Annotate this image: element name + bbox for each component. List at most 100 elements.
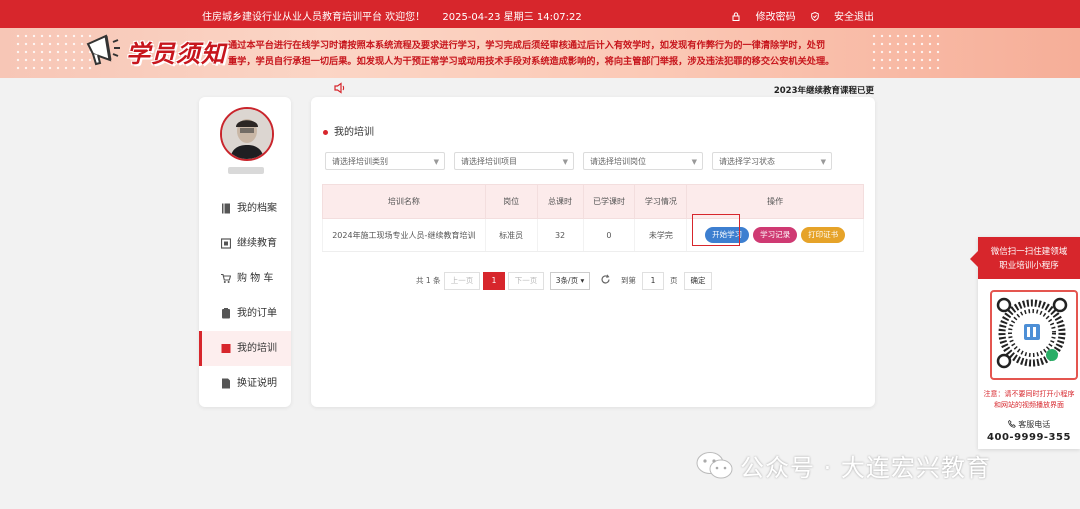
training-category-select[interactable]: 请选择培训类别 ▼ <box>325 152 445 170</box>
qr-code-icon <box>996 297 1068 369</box>
top-bar: 住房城乡建设行业从业人员教育培训平台 欢迎您！ 2025-04-23 星期三 1… <box>0 0 1080 28</box>
banner-dots-decoration <box>14 32 94 72</box>
top-links: 修改密码 安全退出 <box>720 8 874 23</box>
sidebar-item-label: 我的订单 <box>237 308 277 319</box>
service-phone-number: 400-9999-355 <box>987 432 1071 443</box>
select-placeholder: 请选择培训类别 <box>332 157 388 166</box>
wechat-watermark: 公众号 · 大连宏兴教育 <box>696 448 991 482</box>
notice-body: 通过本平台进行在线学习时请按照本系统流程及要求进行学习，学习完成后须经审核通过后… <box>228 38 868 70</box>
training-name-cell: 2024年施工现场专业人员-继续教育培训 <box>322 218 486 252</box>
page-1-button[interactable]: 1 <box>483 272 505 290</box>
sidebar-item-label: 换证说明 <box>237 378 277 389</box>
mini-program-qr-code <box>990 290 1078 380</box>
select-placeholder: 请选择学习状态 <box>719 157 775 166</box>
column-header: 已学课时 <box>582 184 636 219</box>
refresh-icon[interactable] <box>600 274 611 285</box>
megaphone-icon <box>86 34 120 66</box>
service-label-text: 客服电话 <box>1018 420 1051 429</box>
customer-service-label: 客服电话 <box>978 419 1080 430</box>
current-datetime: 2025-04-23 星期三 14:07:22 <box>442 12 582 23</box>
sidebar-item-orders[interactable]: 我的订单 <box>199 296 291 331</box>
select-placeholder: 请选择培训岗位 <box>590 157 646 166</box>
announcement-marquee: 2023年继续教育课程已更 <box>773 86 874 96</box>
page-size-select[interactable]: 3条/页 ▾ <box>550 272 590 290</box>
shield-icon <box>811 11 819 22</box>
learned-hours-cell: 0 <box>582 218 636 252</box>
logout-link[interactable]: 安全退出 <box>811 11 874 23</box>
cart-icon <box>221 273 231 283</box>
sidebar-item-certificate-guide[interactable]: 换证说明 <box>199 366 291 401</box>
qr-header-line: 微信扫一扫住建领域 <box>990 247 1068 257</box>
training-table: 培训名称 岗位 总课时 已学课时 学习情况 操作 2024年施工现场专业人员-继… <box>322 184 864 252</box>
main-panel: 我的培训 请选择培训类别 ▼ 请选择培训项目 ▼ 请选择培训岗位 ▼ 请选择学习状态 ▼… <box>311 97 875 407</box>
banner-dots-decoration <box>870 32 940 72</box>
study-record-button[interactable]: 学习记录 <box>753 227 798 243</box>
change-password-label: 修改密码 <box>755 12 796 23</box>
study-status-cell: 未学完 <box>634 218 688 252</box>
chevron-down-icon: ▼ <box>691 158 697 166</box>
notice-banner: 学员须知 通过本平台进行在线学习时请按照本系统流程及要求进行学习，学习完成后须经… <box>0 28 1080 78</box>
title-dot <box>323 129 328 135</box>
prev-page-button[interactable]: 上一页 <box>444 272 480 290</box>
avatar <box>220 107 274 161</box>
order-icon <box>222 308 230 319</box>
section-title-text: 我的培训 <box>334 127 374 138</box>
wechat-icon <box>696 451 733 478</box>
chevron-down-icon: ▼ <box>562 158 568 166</box>
username-blurred <box>228 167 264 174</box>
annotation-highlight-box <box>692 214 740 246</box>
column-header: 岗位 <box>484 184 538 219</box>
table-header-row: 培训名称 岗位 总课时 已学课时 学习情况 操作 <box>322 184 864 219</box>
notice-line: 重学，学员自行承担一切后果。如发现人为干预正常学习或动用技术手段对系统造成影响的… <box>228 56 835 67</box>
phone-icon <box>1007 419 1016 428</box>
speaker-icon <box>334 82 345 94</box>
training-position-select[interactable]: 请选择培训岗位 ▼ <box>583 152 703 170</box>
chevron-down-icon: ▼ <box>820 158 826 166</box>
qr-warning-note: 注意：请不要同时打开小程序和网站的视频播放界面 <box>983 390 1075 409</box>
goto-page-input[interactable]: 1 <box>642 272 664 290</box>
total-count: 共 1 条 <box>416 276 441 285</box>
sidebar-item-cart[interactable]: 购 物 车 <box>199 261 291 296</box>
next-page-button[interactable]: 下一页 <box>508 272 544 290</box>
sidebar-item-label: 我的培训 <box>237 343 277 354</box>
sidebar-item-my-training[interactable]: 我的培训 <box>199 331 291 366</box>
position-cell: 标准员 <box>484 218 538 252</box>
avatar-photo <box>222 109 272 159</box>
notice-line: 通过本平台进行在线学习时请按照本系统流程及要求进行学习，学习完成后须经审核通过后… <box>228 40 826 51</box>
welcome-text: 住房城乡建设行业从业人员教育培训平台 欢迎您！ 2025-04-23 星期三 1… <box>202 8 582 23</box>
table-row: 2024年施工现场专业人员-继续教育培训 标准员 32 0 未学完 开始学习 学习… <box>322 218 864 252</box>
column-header: 总课时 <box>536 184 584 219</box>
study-status-select[interactable]: 请选择学习状态 ▼ <box>712 152 832 170</box>
training-icon <box>221 344 231 353</box>
sidebar-item-label: 购 物 车 <box>237 273 274 284</box>
column-header: 学习情况 <box>634 184 688 219</box>
sidebar-item-label: 我的档案 <box>237 203 277 214</box>
change-password-link[interactable]: 修改密码 <box>732 12 798 23</box>
print-certificate-button[interactable]: 打印证书 <box>801 227 846 243</box>
logout-label: 安全退出 <box>834 12 874 23</box>
qr-code-panel: 微信扫一扫住建领域 职业培训小程序 注意：请不要同时打开小程序和网站的视频播放界… <box>970 237 1080 449</box>
book-icon <box>222 203 230 214</box>
qr-panel-header: 微信扫一扫住建领域 职业培训小程序 <box>970 237 1080 279</box>
sidebar-menu: 我的档案 继续教育 购 物 车 我的订单 我的培训 换证说明 <box>199 191 291 401</box>
welcome-message: 住房城乡建设行业从业人员教育培训平台 欢迎您！ <box>202 12 426 23</box>
select-placeholder: 请选择培训项目 <box>461 157 517 166</box>
watermark-text: 公众号 · 大连宏兴教育 <box>740 454 991 482</box>
qr-header-line: 职业培训小程序 <box>999 261 1059 271</box>
sidebar-item-label: 继续教育 <box>237 238 277 249</box>
training-project-select[interactable]: 请选择培训项目 ▼ <box>454 152 574 170</box>
lock-icon <box>732 12 740 21</box>
sidebar-item-profile[interactable]: 我的档案 <box>199 191 291 226</box>
column-header: 培训名称 <box>322 184 486 219</box>
page-unit-label: 页 <box>670 276 678 285</box>
chevron-down-icon: ▼ <box>433 158 439 166</box>
monitor-icon <box>221 238 231 249</box>
goto-confirm-button[interactable]: 确定 <box>684 272 712 290</box>
section-title: 我的培训 <box>323 123 374 138</box>
page-size-value: 3条/页 <box>555 276 579 285</box>
total-hours-cell: 32 <box>536 218 584 252</box>
sidebar-item-continuing-education[interactable]: 继续教育 <box>199 226 291 261</box>
sidebar: 我的档案 继续教育 购 物 车 我的订单 我的培训 换证说明 <box>199 97 291 407</box>
document-icon <box>222 378 230 389</box>
goto-label: 到第 <box>621 276 636 285</box>
